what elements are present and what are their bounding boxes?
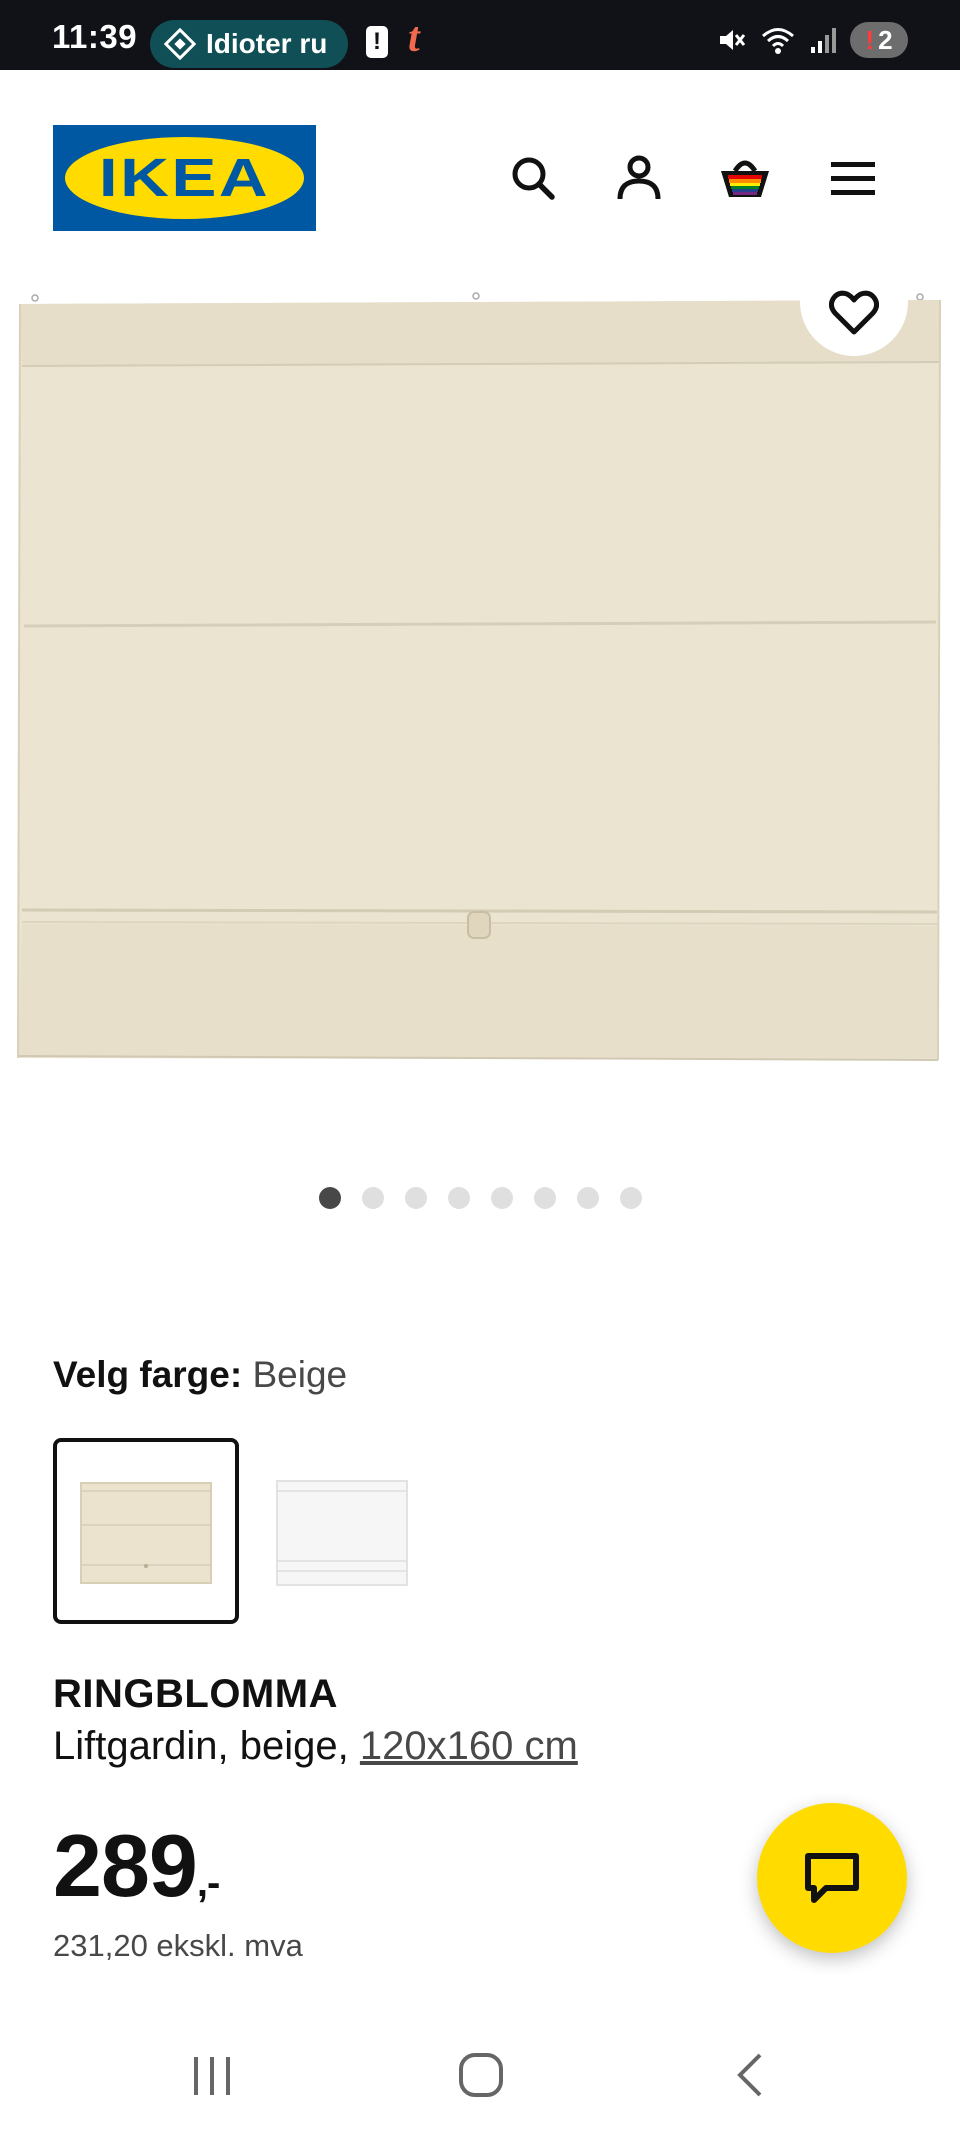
pagination-dot[interactable] [447, 1187, 470, 1209]
home-button[interactable] [441, 2040, 521, 2110]
mute-icon [720, 30, 746, 50]
search-icon[interactable] [505, 150, 561, 206]
status-time: 11:39 [52, 18, 138, 55]
cart-icon[interactable] [717, 150, 773, 206]
menu-icon[interactable] [825, 150, 881, 206]
product-description: Liftgardin, beige, 120x160 cm [53, 1724, 578, 1769]
pagination-dot[interactable] [318, 1187, 341, 1209]
back-icon [737, 2053, 762, 2097]
product-name: RINGBLOMMA [53, 1672, 338, 1716]
color-label: Velg farge: Beige [53, 1354, 347, 1396]
wifi-icon [762, 28, 794, 54]
pagination-dot[interactable] [490, 1187, 513, 1209]
product-price: 289,- [53, 1815, 220, 1917]
system-nav-bar [0, 2010, 960, 2133]
pagination-dot[interactable] [533, 1187, 556, 1209]
product-image [17, 292, 941, 1061]
navigation-diamond-icon [164, 28, 196, 60]
recent-apps-icon [194, 2057, 230, 2095]
pagination-dot[interactable] [619, 1187, 642, 1209]
product-size-link[interactable]: 120x160 cm [360, 1724, 578, 1768]
color-option-beige[interactable] [53, 1438, 239, 1624]
alert-icon: ! [366, 26, 388, 58]
price-ex-vat: 231,20 ekskl. mva [53, 1928, 303, 1963]
pagination-dot[interactable] [361, 1187, 384, 1209]
signal-icon [811, 28, 836, 53]
price-value: 289 [53, 1816, 198, 1915]
account-icon[interactable] [611, 150, 667, 206]
status-bar: 11:39 Idioter ru ! t ! 2 [0, 0, 960, 70]
logo-oval: IKEA [65, 137, 304, 219]
home-icon [459, 2053, 503, 2097]
price-suffix: ,- [196, 1861, 220, 1905]
pagination-dot[interactable] [404, 1187, 427, 1209]
logo-text: IKEA [98, 148, 271, 208]
badge-count: 2 [878, 24, 893, 55]
app-t-icon: t [408, 15, 420, 61]
notification-pill-text: Idioter ru [206, 28, 328, 59]
badge-exclamation: ! [865, 24, 875, 55]
gallery-pagination [0, 1187, 960, 1209]
notification-pill[interactable]: Idioter ru [150, 20, 348, 68]
color-value: Beige [252, 1354, 348, 1395]
beige-swatch-image [80, 1482, 212, 1584]
chat-button[interactable] [757, 1803, 907, 1953]
site-header: IKEA [0, 70, 960, 270]
pagination-dot[interactable] [576, 1187, 599, 1209]
color-label-prefix: Velg farge: [53, 1354, 243, 1395]
color-option-white[interactable] [249, 1438, 435, 1624]
notification-badge: ! 2 [850, 22, 908, 58]
product-description-text: Liftgardin, beige, [53, 1724, 349, 1768]
chat-icon [805, 1853, 859, 1903]
product-image-gallery[interactable] [0, 270, 960, 1140]
status-right: ! 2 [716, 22, 908, 58]
ikea-logo[interactable]: IKEA [53, 125, 316, 231]
back-button[interactable] [710, 2040, 790, 2110]
heart-icon [829, 290, 879, 335]
white-swatch-image [276, 1480, 408, 1586]
recent-apps-button[interactable] [172, 2040, 252, 2110]
